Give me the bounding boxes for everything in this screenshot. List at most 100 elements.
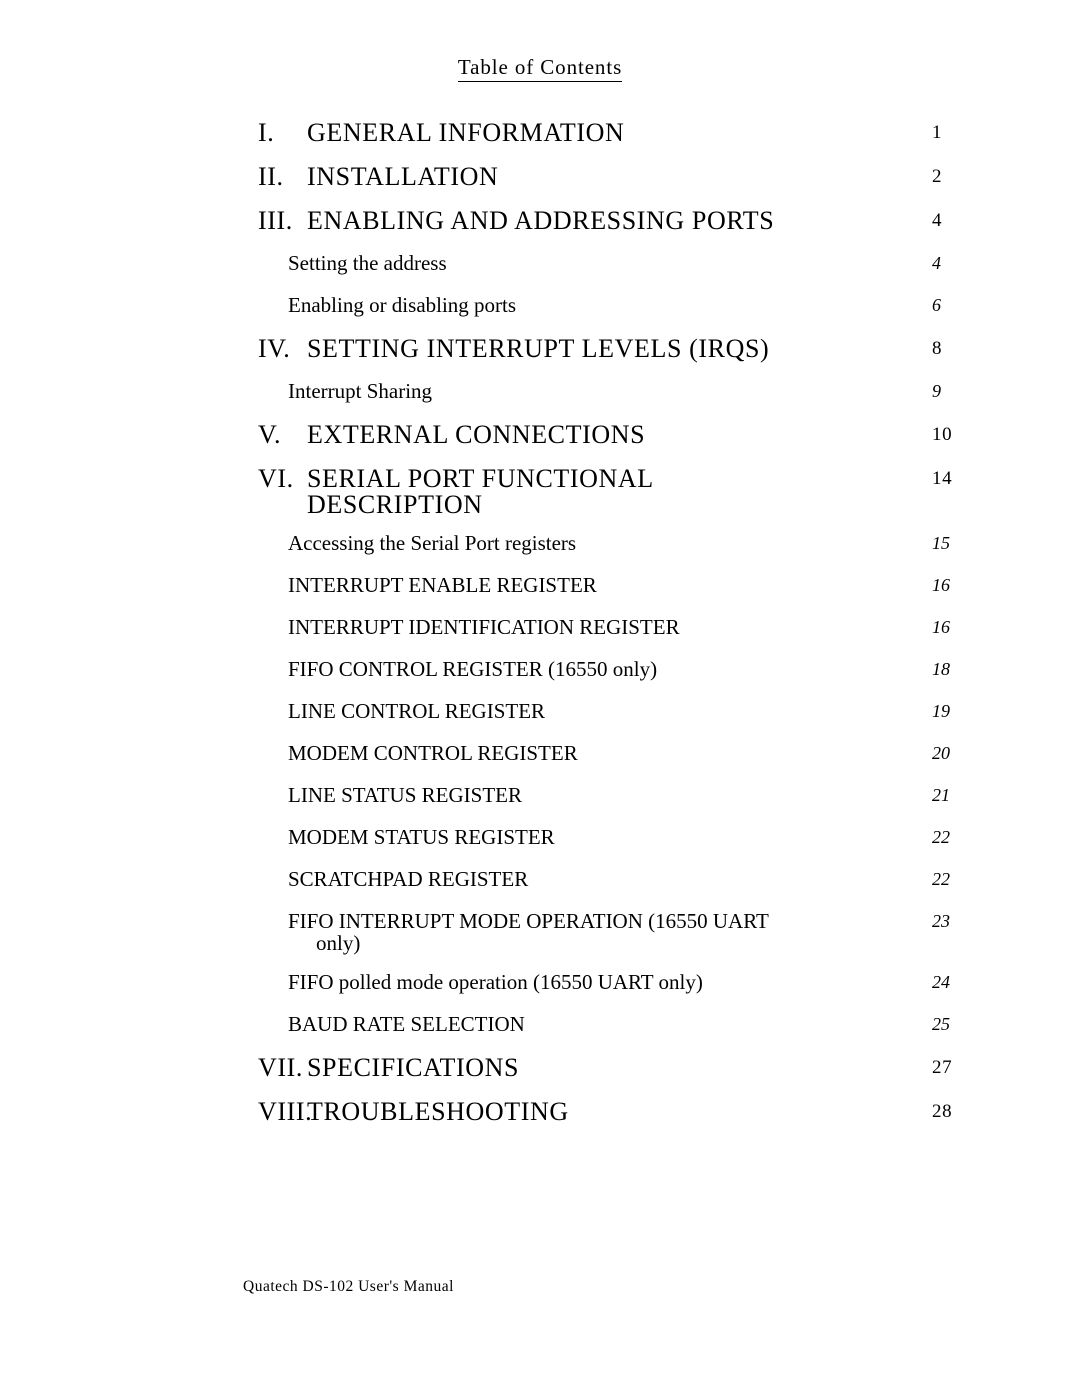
toc-entry-page-number: 27 [932,1057,953,1079]
toc-entry-number: VIII. [258,1097,313,1127]
toc-entry-title: Accessing the Serial Port registers [288,532,576,554]
toc-entry-title: Enabling or disabling ports [288,294,516,316]
toc-entry-title-line: INSTALLATION [307,162,499,191]
toc-entry-title: EXTERNAL CONNECTIONS [307,422,645,448]
toc-entry-main[interactable]: VI. SERIAL PORT FUNCTIONAL DESCRIPTION 14 [0,466,1080,518]
toc-entry-sub[interactable]: FIFO polled mode operation (16550 UART o… [0,971,1080,996]
toc-entry-main[interactable]: VII. SPECIFICATIONS 27 [0,1055,1080,1085]
toc-entry-title-line: FIFO CONTROL REGISTER (16550 only) [288,657,658,681]
toc-entry-number: IV. [258,334,291,363]
toc-entry-sub[interactable]: MODEM STATUS REGISTER 22 [0,826,1080,851]
toc-entry-sub[interactable]: Interrupt Sharing 9 [0,380,1080,405]
toc-entry-page-number: 20 [932,743,950,763]
toc-entry-main[interactable]: I. GENERAL INFORMATION 1 [0,120,1080,150]
page-title-container: Table of Contents [0,55,1080,83]
toc-entry-page-number: 8 [932,338,943,359]
toc-entry-title-line: SERIAL PORT FUNCTIONAL [307,464,654,493]
table-of-contents-list: I. GENERAL INFORMATION 1 II. INSTALLATION 2 II… [0,120,1080,1143]
toc-entry-sub[interactable]: FIFO CONTROL REGISTER (16550 only) 18 [0,658,1080,683]
toc-entry-number: III. [258,206,293,235]
toc-entry-main[interactable]: V. EXTERNAL CONNECTIONS 10 [0,422,1080,452]
toc-entry-title: SETTING INTERRUPT LEVELS (IRQS) [307,336,769,362]
toc-entry-page-number: 22 [932,869,950,889]
toc-entry-page-number: 4 [932,210,943,231]
toc-entry-page-number: 22 [932,827,950,847]
toc-entry-title: ENABLING AND ADDRESSING PORTS [307,208,774,234]
toc-entry-title: LINE CONTROL REGISTER [288,700,545,722]
toc-entry-title-line: Accessing the Serial Port registers [288,531,577,555]
toc-entry-sub[interactable]: LINE CONTROL REGISTER 19 [0,700,1080,725]
toc-entry-page-number: 25 [932,1014,950,1035]
toc-entry-title-line: GENERAL INFORMATION [307,118,625,147]
toc-entry-title-line: SPECIFICATIONS [307,1053,520,1083]
toc-entry-title: MODEM CONTROL REGISTER [288,742,578,764]
toc-entry-page-number: 28 [932,1101,953,1123]
toc-entry-title-line: FIFO polled mode operation (16550 UART o… [288,970,703,995]
toc-entry-page-number: 9 [932,381,941,401]
toc-entry-page-number: 21 [932,785,950,805]
toc-entry-page-number: 18 [932,659,950,679]
toc-entry-sub[interactable]: LINE STATUS REGISTER 21 [0,784,1080,809]
toc-entry-page-number: 1 [932,122,943,143]
toc-entry-title: SCRATCHPAD REGISTER [288,868,528,890]
toc-entry-title: INSTALLATION [307,164,498,190]
toc-entry-title-line: TROUBLESHOOTING [307,1097,569,1127]
toc-entry-sub[interactable]: BAUD RATE SELECTION 25 [0,1013,1080,1038]
page-footer: Quatech DS-102 User's Manual [243,1278,454,1295]
toc-entry-title-continuation: DESCRIPTION [307,490,483,519]
toc-entry-sub[interactable]: Enabling or disabling ports 6 [0,294,1080,319]
toc-entry-main[interactable]: II. INSTALLATION 2 [0,164,1080,194]
toc-entry-number: II. [258,162,284,191]
toc-entry-sub[interactable]: Accessing the Serial Port registers 15 [0,532,1080,557]
toc-entry-page-number: 19 [932,701,950,721]
toc-entry-title: SERIAL PORT FUNCTIONAL DESCRIPTION [307,466,654,518]
toc-entry-main[interactable]: III. ENABLING AND ADDRESSING PORTS 4 [0,208,1080,238]
toc-entry-page-number: 16 [932,575,950,595]
toc-entry-page-number: 14 [932,468,953,489]
toc-entry-title: MODEM STATUS REGISTER [288,826,555,848]
toc-entry-title: INTERRUPT IDENTIFICATION REGISTER [288,616,680,638]
toc-entry-title-continuation: only) [316,931,361,956]
toc-entry-title-line: INTERRUPT IDENTIFICATION REGISTER [288,615,680,639]
toc-entry-sub[interactable]: Setting the address 4 [0,252,1080,277]
toc-entry-page-number: 23 [932,911,950,931]
toc-entry-page-number: 24 [932,972,950,993]
toc-entry-title: GENERAL INFORMATION [307,120,624,146]
toc-entry-sub[interactable]: INTERRUPT IDENTIFICATION REGISTER 16 [0,616,1080,641]
toc-entry-title-line: MODEM CONTROL REGISTER [288,741,578,765]
toc-entry-number: V. [258,420,282,449]
toc-entry-title: SPECIFICATIONS [307,1055,519,1081]
toc-entry-title: TROUBLESHOOTING [307,1099,569,1125]
toc-entry-title-line: FIFO INTERRUPT MODE OPERATION (16550 UAR… [288,909,769,933]
toc-entry-sub[interactable]: MODEM CONTROL REGISTER 20 [0,742,1080,767]
toc-entry-page-number: 6 [932,295,941,315]
toc-entry-number: VI. [258,464,294,493]
toc-entry-title: FIFO CONTROL REGISTER (16550 only) [288,658,657,680]
toc-entry-sub[interactable]: FIFO INTERRUPT MODE OPERATION (16550 UAR… [0,910,1080,954]
document-page: Table of Contents I. GENERAL INFORMATION 1… [0,0,1080,1397]
toc-entry-title-line: EXTERNAL CONNECTIONS [307,420,646,449]
toc-entry-title: Interrupt Sharing [288,380,432,402]
toc-entry-title: Setting the address [288,252,447,274]
toc-entry-title-line: Interrupt Sharing [288,379,433,403]
toc-entry-title-line: LINE CONTROL REGISTER [288,699,546,723]
toc-entry-sub[interactable]: SCRATCHPAD REGISTER 22 [0,868,1080,893]
toc-entry-main[interactable]: IV. SETTING INTERRUPT LEVELS (IRQS) 8 [0,336,1080,366]
toc-entry-page-number: 2 [932,166,943,187]
toc-entry-title-line: SCRATCHPAD REGISTER [288,867,529,891]
toc-entry-title-line: SETTING INTERRUPT LEVELS (IRQS) [307,334,770,363]
toc-entry-sub[interactable]: INTERRUPT ENABLE REGISTER 16 [0,574,1080,599]
toc-entry-title: LINE STATUS REGISTER [288,784,522,806]
toc-entry-number: VII. [258,1053,303,1083]
toc-entry-main[interactable]: VIII.TROUBLESHOOTING 28 [0,1099,1080,1129]
toc-entry-page-number: 10 [932,424,953,445]
toc-entry-page-number: 4 [932,253,941,273]
toc-entry-title: BAUD RATE SELECTION [288,1013,525,1035]
toc-entry-title: INTERRUPT ENABLE REGISTER [288,574,597,596]
toc-entry-title-line: Setting the address [288,251,447,275]
toc-entry-title-line: INTERRUPT ENABLE REGISTER [288,573,597,597]
page-title: Table of Contents [457,55,623,83]
toc-entry-number: I. [258,118,275,147]
toc-entry-title-line: MODEM STATUS REGISTER [288,825,555,849]
toc-entry-title-line: Enabling or disabling ports [288,293,517,317]
